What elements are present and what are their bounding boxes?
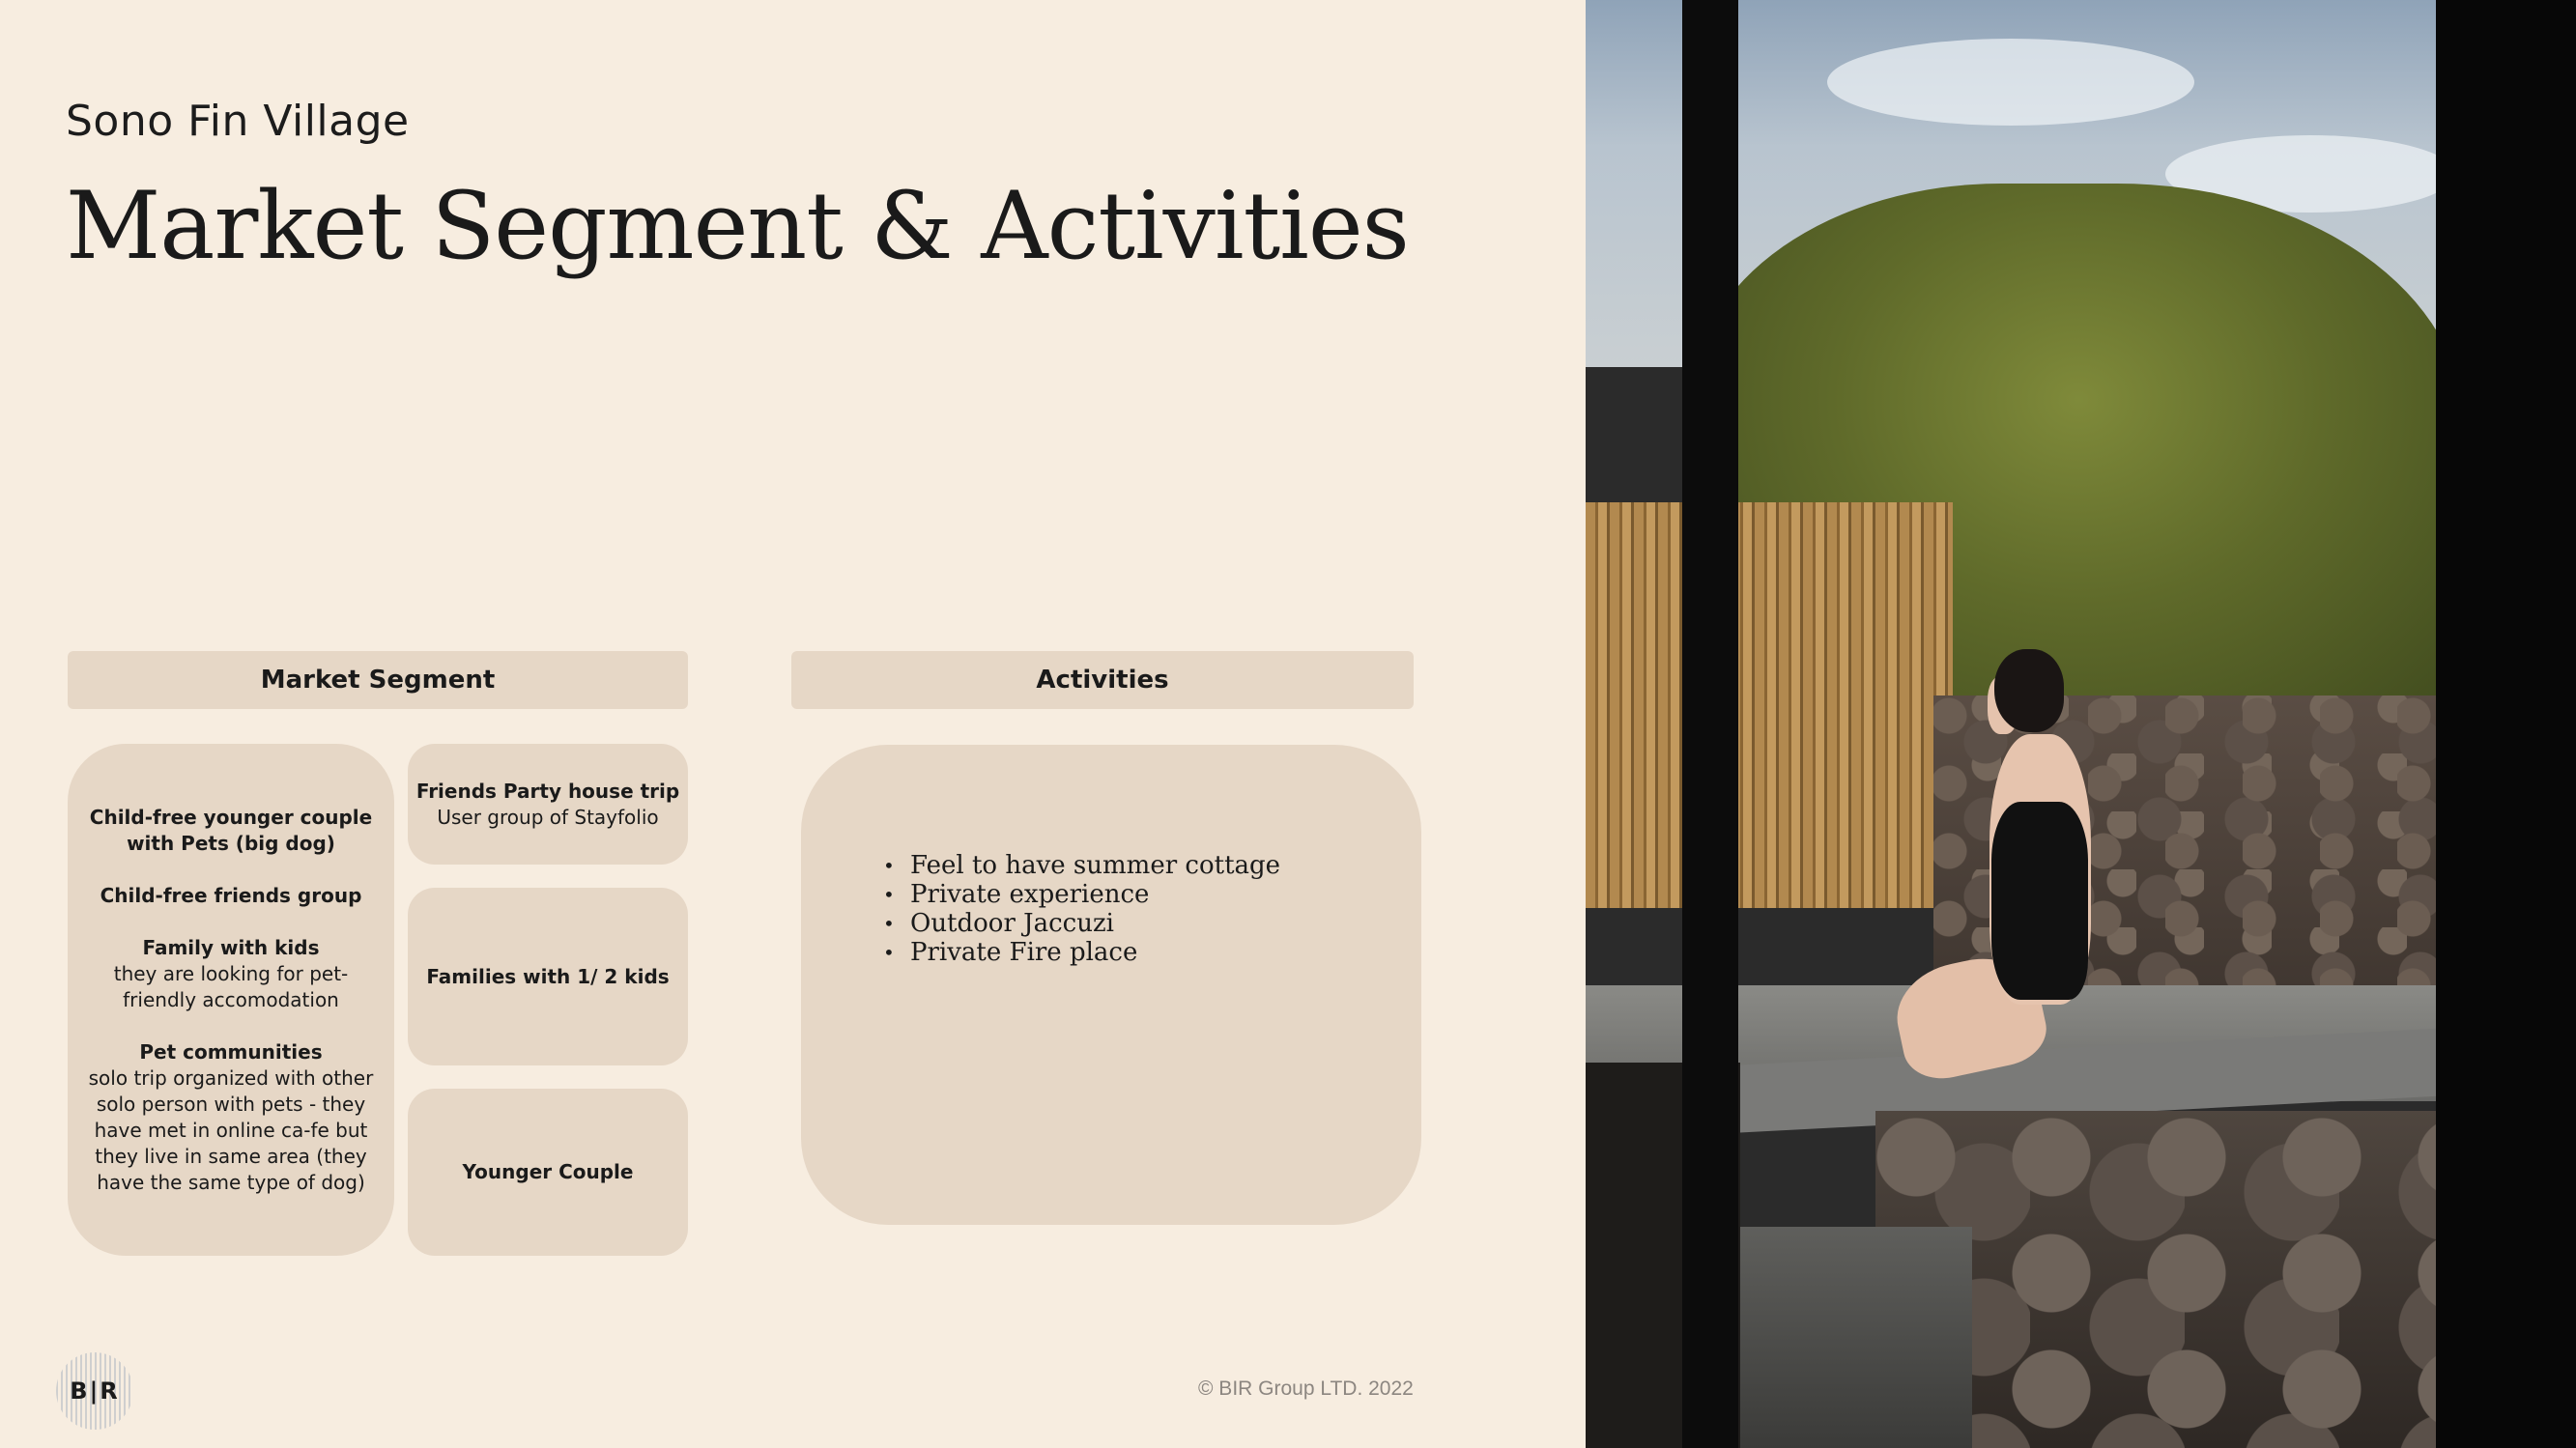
- page-subtitle: Sono Fin Village: [66, 97, 410, 146]
- segment-title: Family with kids: [142, 935, 320, 959]
- segment-title: Child-free friends group: [100, 883, 362, 907]
- activities-list: Feel to have summer cottage Private expe…: [883, 851, 1280, 967]
- segment-title: Pet communities: [139, 1039, 323, 1064]
- segment-card-description: User group of Stayfolio: [437, 805, 659, 829]
- segment-card-friends-party: Friends Party house trip User group of S…: [408, 744, 688, 865]
- market-segment-heading: Market Segment: [68, 651, 688, 709]
- activity-item: Feel to have summer cottage: [883, 851, 1280, 880]
- activity-item: Outdoor Jaccuzi: [883, 909, 1280, 938]
- bir-logo: B|R: [56, 1352, 133, 1430]
- segment-card-title: Families with 1/ 2 kids: [426, 964, 670, 988]
- slide-content: Sono Fin Village Market Segment & Activi…: [0, 0, 1586, 1448]
- activity-item: Private experience: [883, 880, 1280, 909]
- photo-steps: [1731, 1227, 1972, 1448]
- page-title: Market Segment & Activities: [66, 172, 1410, 280]
- photo-person-swimsuit: [1991, 802, 2088, 1000]
- segment-description: solo trip organized with other solo pers…: [88, 1065, 374, 1194]
- segment-card-families: Families with 1/ 2 kids: [408, 888, 688, 1065]
- activity-item: Private Fire place: [883, 938, 1280, 967]
- photo-person-hair: [1994, 649, 2064, 732]
- photo-bamboo-fence: [1586, 502, 1953, 908]
- segment-block: Child-free younger couple with Pets (big…: [81, 805, 381, 857]
- photo-cloud: [1827, 39, 2194, 126]
- segment-block: Family with kids they are looking for pe…: [81, 935, 381, 1013]
- segment-title: Child-free younger couple with Pets (big…: [89, 805, 373, 855]
- copyright-text: © BIR Group LTD. 2022: [1198, 1377, 1414, 1400]
- segment-card-title: Younger Couple: [462, 1160, 634, 1183]
- segment-block: Child-free friends group: [100, 883, 362, 909]
- logo-text: B|R: [70, 1377, 120, 1405]
- segment-block: Pet communities solo trip organized with…: [81, 1039, 381, 1196]
- activities-heading: Activities: [791, 651, 1414, 709]
- segment-description: they are looking for pet-friendly accomo…: [113, 961, 349, 1011]
- market-segment-main-card: Child-free younger couple with Pets (big…: [68, 744, 394, 1256]
- photo-window-frame-left: [1682, 0, 1738, 1448]
- hero-photo: [1586, 0, 2576, 1448]
- photo-window-frame-right: [2436, 0, 2576, 1448]
- segment-card-title: Friends Party house trip: [415, 779, 680, 803]
- activities-card: Feel to have summer cottage Private expe…: [801, 745, 1421, 1225]
- segment-card-younger-couple: Younger Couple: [408, 1089, 688, 1256]
